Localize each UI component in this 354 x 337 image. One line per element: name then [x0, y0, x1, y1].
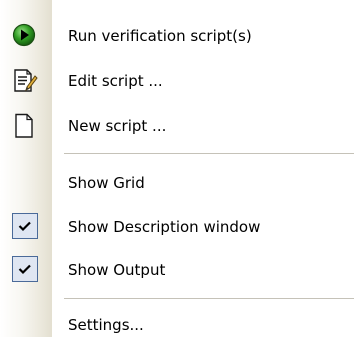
menu-item-label: Show Description window: [68, 218, 261, 236]
menu-item-run-verification-scripts[interactable]: Run verification script(s): [0, 14, 354, 58]
menu-item-label: Run verification script(s): [68, 27, 252, 45]
menu-item-show-description-window[interactable]: Show Description window: [0, 205, 354, 249]
menu-item-label: Settings...: [68, 316, 144, 334]
checkmark-icon: [12, 213, 38, 239]
checkmark-icon: [12, 256, 38, 282]
menu-separator: [64, 298, 354, 299]
menu-separator: [64, 153, 354, 154]
menu-item-show-output[interactable]: Show Output: [0, 248, 354, 292]
context-menu: Run verification script(s) Edit script .…: [0, 0, 354, 337]
menu-item-label: Edit script ...: [68, 72, 163, 90]
menu-item-label: New script ...: [68, 117, 167, 135]
menu-item-label: Show Grid: [68, 174, 145, 192]
menu-item-show-grid[interactable]: Show Grid: [0, 161, 354, 205]
menu-item-new-script[interactable]: New script ...: [0, 104, 354, 148]
edit-document-icon: [12, 68, 38, 94]
menu-item-label: Show Output: [68, 261, 166, 279]
run-green-icon: [12, 23, 38, 49]
new-document-icon: [12, 113, 38, 139]
menu-item-edit-script[interactable]: Edit script ...: [0, 59, 354, 103]
menu-item-settings[interactable]: Settings...: [0, 303, 354, 337]
